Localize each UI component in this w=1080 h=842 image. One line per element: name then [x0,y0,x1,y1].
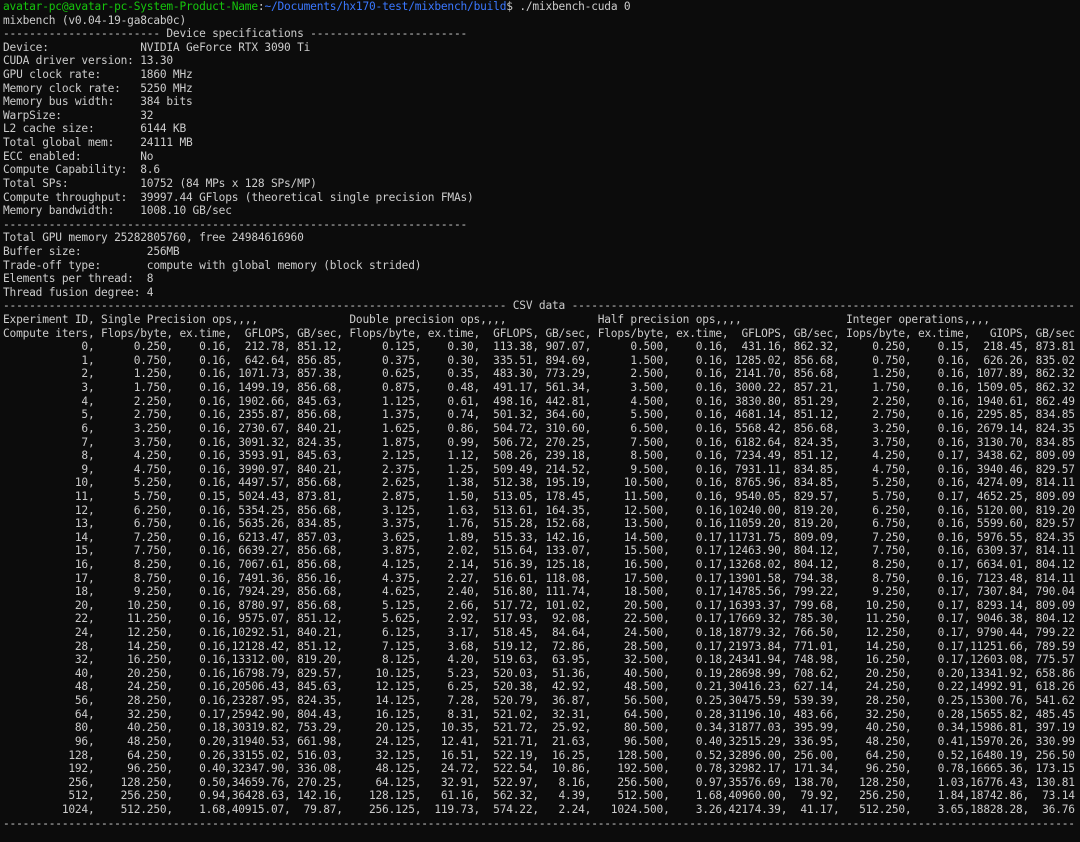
output-line: 10, 5.250, 0.16, 4497.57, 856.68, 2.625,… [3,476,1075,490]
output-line: 4, 2.250, 0.16, 1902.66, 845.63, 1.125, … [3,394,1075,408]
output-line: ----------------------------------------… [3,816,1075,830]
output-line: Trade-off type: compute with global memo… [3,258,422,272]
output-line: GPU clock rate: 1860 MHz [3,68,193,82]
output-line: Elements per thread: 8 [3,272,154,286]
output-line: 192, 96.250, 0.40,32347.90, 336.08, 48.1… [3,762,1075,776]
output-line: 56, 28.250, 0.16,23287.95, 824.35, 14.12… [3,694,1075,708]
output-line: ECC enabled: No [3,149,154,163]
output-line: Memory bus width: 384 bits [3,95,193,109]
output-line: 6, 3.250, 0.16, 2730.67, 840.21, 1.625, … [3,421,1075,435]
output-line: Total GPU memory 25282805760, free 24984… [3,231,304,245]
output-line: CUDA driver version: 13.30 [3,54,173,68]
output-line: 5, 2.750, 0.16, 2355.87, 856.68, 1.375, … [3,408,1075,422]
prompt-line: avatar-pc@avatar-pc-System-Product-Name:… [3,0,1080,14]
output-line: 18, 9.250, 0.16, 7924.29, 856.68, 4.625,… [3,585,1075,599]
prompt-suffix: $ [506,0,520,13]
output-line: 8, 4.250, 0.16, 3593.91, 845.63, 2.125, … [3,449,1075,463]
output-line: 40, 20.250, 0.16,16798.79, 829.57, 10.12… [3,666,1075,680]
output-line: 3, 1.750, 0.16, 1499.19, 856.68, 0.875, … [3,381,1075,395]
output-line: 13, 6.750, 0.16, 5635.26, 834.85, 3.375,… [3,517,1075,531]
output-line: 32, 16.250, 0.16,13312.00, 819.20, 8.125… [3,653,1075,667]
output-line: 11, 5.750, 0.15, 5024.43, 873.81, 2.875,… [3,489,1075,503]
output-line: Compute iters, Flops/byte, ex.time, GFLO… [3,326,1075,340]
terminal-output: mixbench (v0.04-19-ga8cab0c) ------------… [3,14,1080,831]
output-line: 28, 14.250, 0.16,12128.42, 851.12, 7.125… [3,639,1075,653]
output-line: 48, 24.250, 0.16,20506.43, 845.63, 12.12… [3,680,1075,694]
output-line: 1024, 512.250, 1.68,40915.07, 79.87, 256… [3,802,1075,816]
output-line: ----------------------------------------… [3,217,468,231]
output-line: 17, 8.750, 0.16, 7491.36, 856.16, 4.375,… [3,571,1075,585]
output-line: Memory clock rate: 5250 MHz [3,81,193,95]
output-line: 7, 3.750, 0.16, 3091.32, 824.35, 1.875, … [3,435,1075,449]
output-line: Thread fusion degree: 4 [3,285,154,299]
output-line: 16, 8.250, 0.16, 7067.61, 856.68, 4.125,… [3,557,1075,571]
output-line: 0, 0.250, 0.16, 212.78, 851.12, 0.125, 0… [3,340,1075,354]
terminal-window[interactable]: avatar-pc@avatar-pc-System-Product-Name:… [0,0,1080,842]
prompt-user-host: avatar-pc@avatar-pc-System-Product-Name [3,0,258,13]
output-line: 512, 256.250, 0.94,36428.63, 142.16, 128… [3,789,1075,803]
output-line: 15, 7.750, 0.16, 6639.27, 856.68, 3.875,… [3,544,1075,558]
output-line: WarpSize: 32 [3,108,154,122]
output-line: ----------------------------------------… [3,299,1075,313]
output-line: Device: NVIDIA GeForce RTX 3090 Ti [3,40,311,54]
output-line: Compute throughput: 39997.44 GFlops (the… [3,190,474,204]
prompt-command: ./mixbench-cuda 0 [519,0,631,13]
output-line: 22, 11.250, 0.16, 9575.07, 851.12, 5.625… [3,612,1075,626]
output-line: mixbench (v0.04-19-ga8cab0c) [3,13,186,27]
output-line: Total SPs: 10752 (84 MPs x 128 SPs/MP) [3,176,317,190]
output-line: 80, 40.250, 0.18,30319.82, 753.29, 20.12… [3,721,1075,735]
output-line: Total global mem: 24111 MB [3,136,193,150]
output-line: 128, 64.250, 0.26,33155.02, 516.03, 32.1… [3,748,1075,762]
output-line: 20, 10.250, 0.16, 8780.97, 856.68, 5.125… [3,598,1075,612]
output-line: 9, 4.750, 0.16, 3990.97, 840.21, 2.375, … [3,462,1075,476]
output-line: Experiment ID, Single Precision ops,,,, … [3,313,990,327]
output-line: Compute Capability: 8.6 [3,163,160,177]
output-line: 2, 1.250, 0.16, 1071.73, 857.38, 0.625, … [3,367,1075,381]
output-line: 24, 12.250, 0.16,10292.51, 840.21, 6.125… [3,626,1075,640]
output-line: 256, 128.250, 0.50,34659.76, 270.25, 64.… [3,775,1075,789]
output-line: 64, 32.250, 0.17,25942.90, 804.43, 16.12… [3,707,1075,721]
output-line: L2 cache size: 6144 KB [3,122,186,136]
output-line: 96, 48.250, 0.20,31940.53, 661.98, 24.12… [3,734,1075,748]
prompt-path: ~/Documents/hx170-test/mixbench/build [264,0,507,13]
output-line: Buffer size: 256MB [3,244,180,258]
output-line: Memory bandwidth: 1008.10 GB/sec [3,204,232,218]
output-line: 12, 6.250, 0.16, 5354.25, 856.68, 3.125,… [3,503,1075,517]
output-line: 1, 0.750, 0.16, 642.64, 856.85, 0.375, 0… [3,353,1075,367]
output-line: 14, 7.250, 0.16, 6213.47, 857.03, 3.625,… [3,530,1075,544]
output-line: ------------------------ Device specific… [3,27,468,41]
